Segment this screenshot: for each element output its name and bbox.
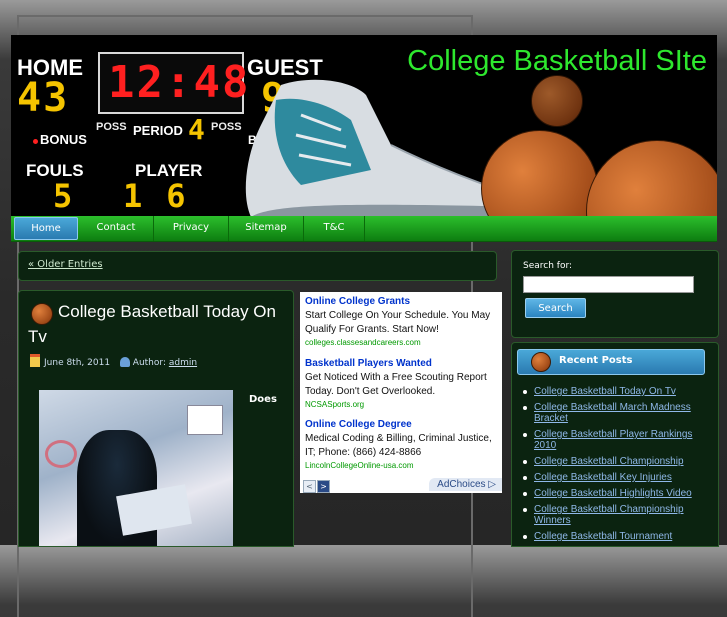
author-prefix: Author: (132, 358, 166, 368)
recent-posts-widget: Recent Posts College Basketball Today On… (511, 342, 719, 547)
recent-post-link[interactable]: College Basketball Key Injuries (521, 472, 709, 483)
recent-post-link[interactable]: College Basketball Championship (521, 456, 709, 467)
recent-post-link[interactable]: College Basketball Today On Tv (521, 386, 709, 397)
nav-privacy[interactable]: Privacy (154, 216, 229, 241)
bonus-dot (33, 139, 38, 144)
player-value: 16 (123, 177, 210, 215)
pagination-box: « Older Entries (18, 251, 497, 281)
adchoices-label[interactable]: AdChoices (437, 479, 485, 490)
ad-title[interactable]: Basketball Players Wanted (305, 358, 500, 369)
ad-title[interactable]: Online College Degree (305, 419, 500, 430)
basketball-icon (531, 352, 551, 372)
recent-posts-header: Recent Posts (517, 349, 705, 375)
ad-next-button[interactable]: > (317, 480, 330, 493)
ad-block: Online College Grants Start College On Y… (300, 292, 502, 493)
post-meta: June 8th, 2011 Author: admin (30, 354, 197, 368)
user-icon (119, 357, 130, 367)
fouls-value: 5 (53, 177, 75, 215)
main-nav: Home Contact Privacy Sitemap T&C (11, 216, 717, 242)
ad-url[interactable]: NCSASports.org (305, 400, 500, 409)
author-link[interactable]: admin (169, 358, 197, 368)
calendar-icon (30, 354, 40, 367)
poss-label: POSS (96, 121, 127, 133)
search-button[interactable]: Search (525, 298, 586, 318)
nav-sitemap[interactable]: Sitemap (229, 216, 304, 241)
ad-text: Get Noticed With a Free Scouting Report … (305, 372, 487, 397)
post-card: College Basketball Today On Tv June 8th,… (18, 290, 294, 547)
recent-post-link[interactable]: College Basketball Highlights Video (521, 488, 709, 499)
older-entries-link[interactable]: « Older Entries (28, 259, 103, 270)
bonus-label: BONUS (40, 132, 87, 147)
nav-tc[interactable]: T&C (304, 216, 365, 241)
guest-poss-label: POSS (211, 121, 242, 133)
recent-posts-list: College Basketball Today On Tv College B… (521, 386, 709, 547)
recent-post-link[interactable]: College Basketball Tournament (521, 531, 709, 542)
search-widget: Search for: Search (511, 250, 719, 338)
ad-text: Medical Coding & Billing, Criminal Justi… (305, 433, 492, 458)
ad-prev-button[interactable]: < (303, 480, 316, 493)
ad-text: Start College On Your Schedule. You May … (305, 310, 491, 335)
image-poster (187, 405, 223, 435)
ad-item[interactable]: Online College Grants Start College On Y… (305, 296, 500, 347)
recent-post-link[interactable]: College Basketball March Madness Bracket (521, 402, 709, 424)
post-image[interactable] (39, 390, 233, 546)
recent-post-link[interactable]: College Basketball Player Rankings 2010 (521, 429, 709, 451)
post-date: June 8th, 2011 (44, 358, 111, 368)
adchoices-link[interactable]: AdChoices ▷ (429, 478, 502, 491)
recent-post-link[interactable]: College Basketball Championship Winners (521, 504, 709, 526)
clock-digits: 12:48 (108, 57, 251, 108)
recent-posts-title: Recent Posts (559, 355, 633, 366)
period-value: 4 (188, 113, 207, 146)
post-excerpt: Does (249, 394, 277, 405)
period-label: PERIOD (133, 123, 183, 138)
ad-navigation: < > (303, 479, 331, 493)
nav-contact[interactable]: Contact (79, 216, 154, 241)
ad-item[interactable]: Online College Degree Medical Coding & B… (305, 419, 500, 470)
ad-url[interactable]: LincolnCollegeOnline-usa.com (305, 461, 500, 470)
post-title[interactable]: College Basketball Today On Tv (28, 299, 288, 349)
ad-url[interactable]: colleges.classesandcareers.com (305, 338, 500, 347)
site-title[interactable]: College Basketball SIte (407, 45, 707, 78)
site-header: HOME 43 12:48 GUEST 99 BONUS POSS PERIOD… (11, 35, 717, 217)
ad-item[interactable]: Basketball Players Wanted Get Noticed Wi… (305, 358, 500, 409)
post-title-text[interactable]: College Basketball Today On Tv (28, 302, 276, 346)
search-label: Search for: (523, 261, 573, 271)
basketball-image (531, 75, 583, 127)
game-clock: 12:48 (98, 52, 248, 114)
image-rings (45, 440, 77, 468)
ad-title[interactable]: Online College Grants (305, 296, 500, 307)
nav-home[interactable]: Home (14, 217, 78, 240)
adchoices-icon: ▷ (488, 479, 496, 490)
home-score: 43 (17, 75, 70, 121)
search-input[interactable] (523, 276, 694, 293)
basketball-image (586, 140, 717, 217)
